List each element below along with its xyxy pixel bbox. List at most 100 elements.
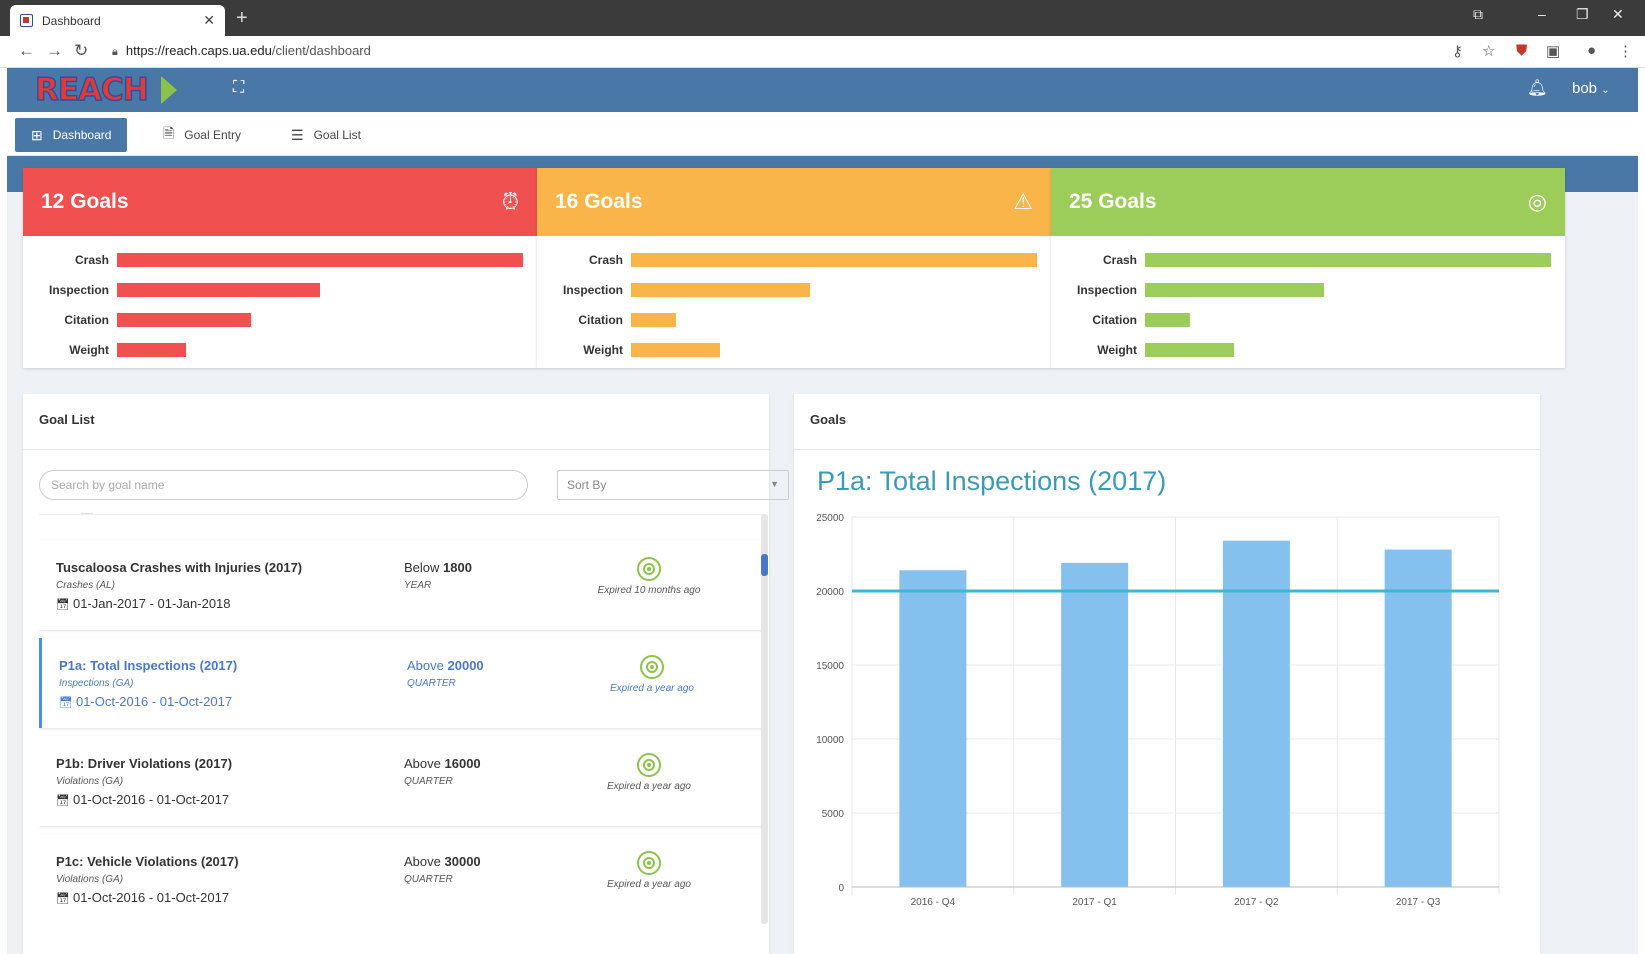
stat-bar[interactable] <box>1145 283 1324 297</box>
goal-date-range: 01-Oct-2016 - 01-Oct-2017 <box>72 890 230 905</box>
account-icon[interactable]: ● <box>1587 42 1596 59</box>
sort-by-select[interactable]: Sort By ▼ <box>557 470 789 500</box>
stat-card[interactable]: 12 Goals ⏰︎ Crash Inspection Citation Weight <box>23 168 537 368</box>
stat-bar[interactable] <box>117 313 251 327</box>
favicon-icon <box>20 14 33 27</box>
stat-bar[interactable] <box>631 283 810 297</box>
goal-list-panel: Goal List Sort By ▼ — Tuscaloosa Crashes… <box>23 394 789 954</box>
forward-icon[interactable]: → <box>46 41 63 61</box>
menu-icon[interactable]: ⋮ <box>1618 42 1633 60</box>
target-icon: ◎ <box>1527 189 1547 214</box>
y-tick-label: 15000 <box>816 661 844 672</box>
x-tick-label: 2017 - Q1 <box>1072 897 1117 908</box>
stat-card-header: 12 Goals ⏰︎ <box>23 168 537 236</box>
goal-date-range: 01-Oct-2016 - 01-Oct-2017 <box>75 694 233 709</box>
stat-bar[interactable] <box>631 313 676 327</box>
close-tab-icon[interactable]: ✕ <box>203 12 215 29</box>
stat-card[interactable]: 16 Goals ⚠︎ Crash Inspection Citation Weight <box>537 168 1051 368</box>
logo-arrow-icon <box>161 76 177 104</box>
cast-icon[interactable]: ⧉ <box>1473 6 1483 23</box>
grid-icon: ⊞ <box>31 126 43 143</box>
stat-row-label: Inspection <box>562 283 623 297</box>
stat-row: Crash <box>537 245 1037 275</box>
calendar-icon: 📅︎ <box>56 795 70 807</box>
goal-direction: Above <box>404 854 441 869</box>
calendar-icon: 📅︎ <box>56 599 70 611</box>
x-tick-label: 2016 - Q4 <box>911 897 956 908</box>
url-field[interactable]: 🔒︎ https://reach.caps.ua.edu/client/dashb… <box>112 43 371 59</box>
new-tab-icon[interactable]: + <box>236 7 248 30</box>
goal-expired: Expired a year ago <box>610 683 694 694</box>
extension-icon[interactable]: ▣ <box>1546 42 1560 60</box>
minimize-icon[interactable]: – <box>1538 6 1546 22</box>
scrollbar-thumb[interactable] <box>761 554 768 576</box>
stat-bar[interactable] <box>1145 343 1235 357</box>
shield-icon[interactable]: ⛊ <box>1516 42 1527 59</box>
chart-bar[interactable] <box>1384 549 1452 887</box>
caret-down-icon: ▼ <box>770 479 779 489</box>
chart-bar[interactable] <box>1061 562 1129 887</box>
reload-icon[interactable]: ↻ <box>74 41 88 61</box>
stat-row: Weight <box>1051 335 1551 365</box>
stat-row-label: Crash <box>588 253 623 267</box>
goal-target: 1800 <box>443 560 472 575</box>
user-menu[interactable]: bob ⌄ <box>1572 80 1610 97</box>
goal-expired: Expired a year ago <box>607 879 691 890</box>
bookmark-star-icon[interactable]: ☆ <box>1482 42 1495 60</box>
restore-icon[interactable]: ❐ <box>1576 6 1589 23</box>
goals-panel: Goals P1a: Total Inspections (2017) 0 500… <box>794 394 1540 954</box>
goal-dates: 📅︎ 01-Oct-2016 - 01-Oct-2017 <box>59 694 232 709</box>
search-input[interactable] <box>39 470 528 500</box>
user-name: bob <box>1572 80 1598 97</box>
tab-dashboard[interactable]: ⊞ Dashboard <box>15 118 128 152</box>
goal-direction: Above <box>407 658 444 673</box>
target-icon <box>637 753 661 777</box>
stat-card[interactable]: 25 Goals ◎ Crash Inspection Citation Weight <box>1051 168 1565 368</box>
goals-chart: 0 5000 10000 15000 20000 25000 2016 - Q4 2017 -… <box>816 513 1500 908</box>
stat-bar[interactable] <box>631 253 1037 267</box>
goal-list-item[interactable]: P1a: Total Inspections (2017) Inspections… <box>39 638 764 728</box>
goal-date-range: 01-Jan-2017 - 01-Jan-2018 <box>72 596 231 611</box>
goal-list-item[interactable]: P1b: Driver Violations (2017) Violations … <box>39 736 764 826</box>
goal-category: Crashes (AL) <box>56 580 115 591</box>
lock-icon: 🔒︎ <box>112 46 118 58</box>
stat-bar[interactable] <box>117 343 187 357</box>
stat-bar[interactable] <box>117 253 523 267</box>
bell-icon[interactable]: 🔔︎ <box>1527 78 1547 98</box>
goal-direction: Below <box>404 560 440 575</box>
goal-expired: Expired a year ago <box>607 781 691 792</box>
stat-bar[interactable] <box>1145 313 1190 327</box>
address-bar: ← → ↻ 🔒︎ https://reach.caps.ua.edu/client… <box>0 36 1645 68</box>
scrollbar[interactable] <box>761 514 768 924</box>
chart-bar[interactable] <box>899 570 967 887</box>
tab-goal-entry[interactable]: 🗎︎ Goal Entry <box>147 118 257 152</box>
stat-row-label: Inspection <box>1076 283 1137 297</box>
stat-bar[interactable] <box>117 283 320 297</box>
goal-period: QUARTER <box>407 678 456 689</box>
stat-bar[interactable] <box>1145 253 1551 267</box>
stat-row-label: Weight <box>583 343 623 357</box>
chart-bar[interactable] <box>1222 540 1290 887</box>
x-tick-label: 2017 - Q2 <box>1234 897 1279 908</box>
stat-row: Citation <box>23 305 523 335</box>
reach-logo[interactable]: REACH <box>34 72 185 108</box>
goal-target: 30000 <box>444 854 481 869</box>
goal-dates: 📅︎ 01-Oct-2016 - 01-Oct-2017 <box>56 890 229 905</box>
stat-bar[interactable] <box>631 343 721 357</box>
y-tick-label: 5000 <box>822 809 845 820</box>
stat-row-label: Inspection <box>48 283 109 297</box>
fullscreen-icon[interactable]: ⛶ <box>233 79 244 97</box>
stat-row-label: Citation <box>64 313 109 327</box>
y-tick-label: 0 <box>838 883 844 894</box>
tab-goal-list[interactable]: ☰ Goal List <box>275 118 377 152</box>
goal-period: QUARTER <box>404 776 453 787</box>
stat-row: Inspection <box>537 275 1037 305</box>
list-icon: ☰ <box>291 126 304 143</box>
window-close-icon[interactable]: ✕ <box>1612 6 1624 23</box>
goal-direction: Above <box>404 756 441 771</box>
goal-list-item[interactable]: Tuscaloosa Crashes with Injuries (2017) C… <box>39 540 764 630</box>
key-icon[interactable]: ⚷ <box>1452 42 1463 60</box>
browser-tab[interactable]: Dashboard ✕ <box>10 5 225 36</box>
goal-list-item[interactable]: P1c: Vehicle Violations (2017) Violations… <box>39 834 764 924</box>
back-icon[interactable]: ← <box>18 41 35 61</box>
